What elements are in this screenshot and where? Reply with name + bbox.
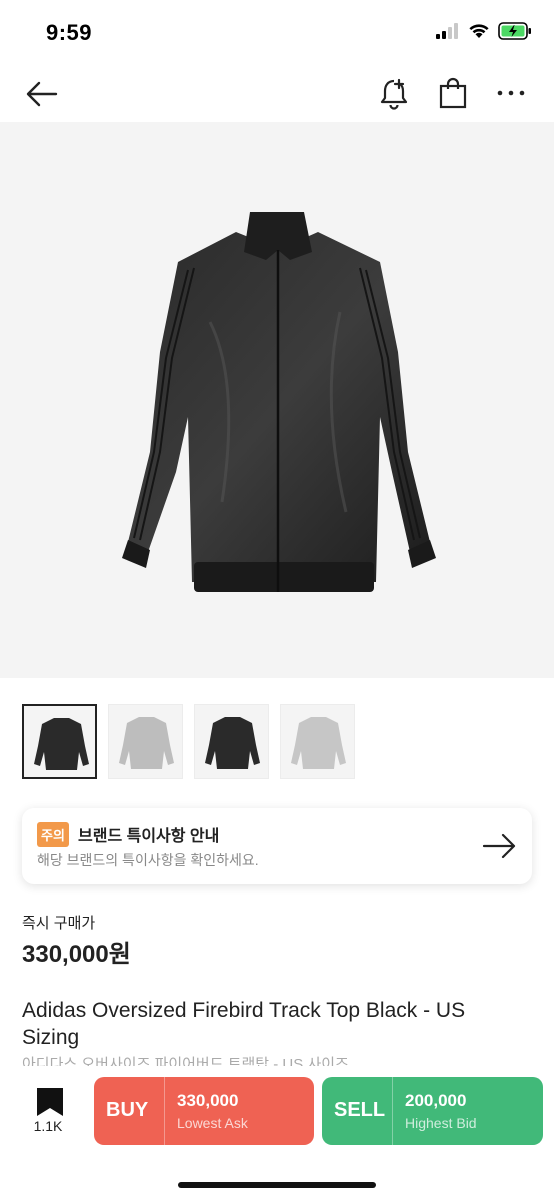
notice-badge: 주의 xyxy=(37,822,69,847)
signal-icon xyxy=(436,23,458,39)
lowest-ask-price: 330,000 xyxy=(177,1091,239,1110)
lowest-ask-label: Lowest Ask xyxy=(177,1115,248,1131)
notice-description: 해당 브랜드의 특이사항을 확인하세요. xyxy=(37,852,259,868)
thumbnail-1[interactable] xyxy=(22,704,97,779)
wish-count: 1.1K xyxy=(33,1118,63,1134)
battery-charging-icon xyxy=(498,22,531,40)
product-image[interactable] xyxy=(0,122,554,678)
home-indicator xyxy=(178,1182,376,1188)
buy-label: BUY xyxy=(106,1099,149,1121)
shopping-bag-icon[interactable] xyxy=(437,76,469,110)
jacket-image xyxy=(122,212,436,592)
nav-bar xyxy=(0,66,554,122)
bottom-action-bar: 1.1K BUY 330,000 Lowest Ask SELL 200,000… xyxy=(0,1066,554,1200)
wifi-icon xyxy=(469,24,489,38)
back-arrow-icon[interactable] xyxy=(24,78,60,110)
arrow-right-icon[interactable] xyxy=(482,828,518,864)
bell-plus-icon[interactable] xyxy=(378,76,410,110)
thumbnail-strip xyxy=(22,704,355,779)
thumbnail-2[interactable] xyxy=(108,704,183,779)
instant-buy-price-label: 즉시 구매가 xyxy=(22,915,96,932)
notice-title: 브랜드 특이사항 안내 xyxy=(78,828,220,845)
highest-bid-label: Highest Bid xyxy=(405,1115,477,1131)
brand-notice-card[interactable]: 주의 브랜드 특이사항 안내 해당 브랜드의 특이사항을 확인하세요. xyxy=(22,808,532,884)
divider xyxy=(164,1077,165,1145)
buy-button[interactable]: BUY 330,000 Lowest Ask xyxy=(94,1077,314,1145)
status-icons xyxy=(436,22,532,40)
sell-button[interactable]: SELL 200,000 Highest Bid xyxy=(322,1077,543,1145)
thumbnail-3[interactable] xyxy=(194,704,269,779)
sell-label: SELL xyxy=(334,1099,386,1121)
more-icon[interactable] xyxy=(496,80,526,106)
product-name: Adidas Oversized Firebird Track Top Blac… xyxy=(22,999,466,1049)
status-bar: 9:59 xyxy=(0,0,554,66)
highest-bid-price: 200,000 xyxy=(405,1091,467,1110)
status-time: 9:59 xyxy=(46,20,93,45)
thumbnail-4[interactable] xyxy=(280,704,355,779)
instant-buy-price: 330,000원 xyxy=(22,941,131,968)
divider xyxy=(392,1077,393,1145)
